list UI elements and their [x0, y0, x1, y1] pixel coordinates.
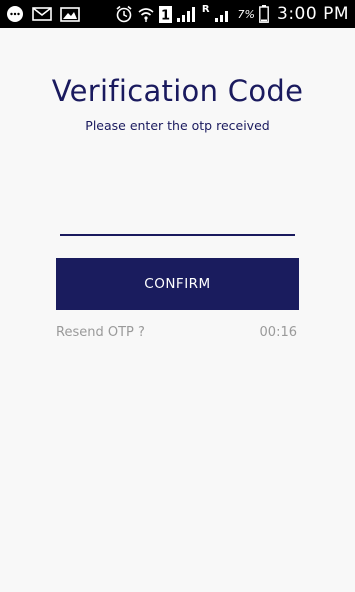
signal-icon — [214, 5, 234, 23]
verification-screen: Verification Code Please enter the otp r… — [0, 28, 355, 592]
alarm-icon — [115, 5, 133, 23]
signal-icon — [176, 5, 198, 23]
roaming-badge: R — [201, 4, 210, 15]
otp-input[interactable] — [60, 208, 295, 236]
resend-otp-link[interactable]: Resend OTP ? — [56, 325, 145, 340]
page-title: Verification Code — [51, 74, 304, 108]
system-icons: 1 R 7% 3:00 PM — [115, 4, 349, 24]
clock: 3:00 PM — [277, 4, 349, 24]
confirm-button[interactable]: CONFIRM — [56, 258, 299, 310]
status-bar: 1 R 7% 3:00 PM — [0, 0, 355, 28]
gallery-icon — [60, 6, 80, 22]
otp-countdown-timer: 00:16 — [259, 325, 297, 340]
battery-percent: 7% — [237, 7, 255, 21]
page-subtitle: Please enter the otp received — [85, 118, 270, 133]
wifi-icon — [137, 5, 155, 23]
battery-icon — [259, 5, 269, 23]
mail-icon — [32, 7, 52, 21]
sim-slot-number: 1 — [161, 8, 170, 23]
notification-icons — [6, 5, 80, 23]
sim-slot-badge: 1 — [158, 5, 172, 23]
messenger-icon — [6, 5, 24, 23]
